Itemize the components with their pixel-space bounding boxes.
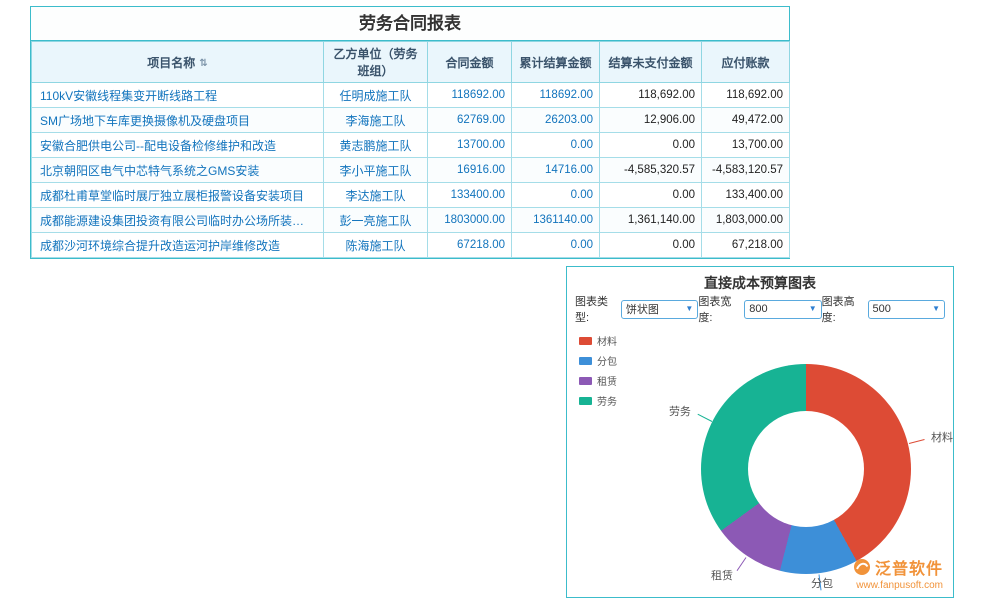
settled-amount-cell: 26203.00 [512,108,600,133]
unpaid-amount-cell: 0.00 [600,133,702,158]
col-header-project-name[interactable]: 项目名称 ⇅ [32,42,324,83]
chart-type-select[interactable]: 饼状图 ▼ [621,300,698,319]
legend-label: 劳务 [597,393,617,408]
chart-legend: 材料分包租赁劳务 [579,333,617,413]
team-name-link[interactable]: 任明成施工队 [324,83,428,108]
chart-controls: 图表类型: 饼状图 ▼ 图表宽度: 800 ▼ 图表高度: 500 ▼ [567,297,953,321]
table-row[interactable]: 安徽合肥供电公司--配电设备检修维护和改造 黄志鹏施工队 13700.00 0.… [32,133,790,158]
watermark: 泛普软件 www.fanpusoft.com [853,555,943,591]
payable-amount-cell: 1,803,000.00 [702,208,790,233]
watermark-url: www.fanpusoft.com [853,580,943,591]
payable-amount-cell: 13,700.00 [702,133,790,158]
donut-wrap: 材料分包租赁劳务 泛普软件 www.fanpusoft.com 材料分包租赁劳务 [567,321,953,597]
label-line [697,414,712,422]
chart-type-value: 饼状图 [626,301,659,317]
table-row[interactable]: SM广场地下车库更换摄像机及硬盘项目 李海施工队 62769.00 26203.… [32,108,790,133]
slice-label: 材料 [931,429,953,445]
unpaid-amount-cell: -4,585,320.57 [600,158,702,183]
chevron-down-icon: ▼ [932,305,940,313]
contract-amount-cell: 62769.00 [428,108,512,133]
chart-height-select[interactable]: 500 ▼ [868,300,945,319]
slice-label: 劳务 [669,403,691,419]
table-row[interactable]: 成都杜甫草堂临时展厅独立展柜报警设备安装项目 李达施工队 133400.00 0… [32,183,790,208]
contract-amount-cell: 1803000.00 [428,208,512,233]
team-name-link[interactable]: 陈海施工队 [324,233,428,258]
legend-swatch [579,397,592,405]
settled-amount-cell: 0.00 [512,133,600,158]
label-line [909,439,925,444]
legend-item[interactable]: 劳务 [579,393,617,408]
settled-amount-cell: 14716.00 [512,158,600,183]
report-table-header: 项目名称 ⇅ 乙方单位（劳务班组） 合同金额 累计结算金额 结算未支付金额 应付账… [32,42,790,83]
project-name-link[interactable]: 成都能源建设集团投资有限公司临时办公场所装修改造工程EPC [32,208,324,233]
project-name-link[interactable]: SM广场地下车库更换摄像机及硬盘项目 [32,108,324,133]
donut-hole [748,411,864,527]
slice-label: 分包 [811,575,833,591]
table-row[interactable]: 北京朝阳区电气中芯特气系统之GMS安装 李小平施工队 16916.00 1471… [32,158,790,183]
legend-item[interactable]: 租赁 [579,373,617,388]
legend-swatch [579,337,592,345]
settled-amount-cell: 1361140.00 [512,208,600,233]
unpaid-amount-cell: 1,361,140.00 [600,208,702,233]
col-header-unpaid-amount[interactable]: 结算未支付金额 [600,42,702,83]
report-table-body: 110kV安徽线程集变开断线路工程 任明成施工队 118692.00 11869… [32,83,790,258]
watermark-brand: 泛普软件 [875,555,943,579]
team-name-link[interactable]: 李海施工队 [324,108,428,133]
chart-height-value: 500 [873,303,891,315]
contract-amount-cell: 16916.00 [428,158,512,183]
chevron-down-icon: ▼ [809,305,817,313]
contract-amount-cell: 133400.00 [428,183,512,208]
team-name-link[interactable]: 彭一亮施工队 [324,208,428,233]
unpaid-amount-cell: 12,906.00 [600,108,702,133]
settled-amount-cell: 0.00 [512,183,600,208]
sort-icon[interactable]: ⇅ [199,58,207,69]
contract-amount-cell: 118692.00 [428,83,512,108]
payable-amount-cell: -4,583,120.57 [702,158,790,183]
fanpu-logo-icon [853,558,871,576]
legend-label: 材料 [597,333,617,348]
legend-swatch [579,377,592,385]
contract-amount-cell: 67218.00 [428,233,512,258]
unpaid-amount-cell: 0.00 [600,233,702,258]
project-name-link[interactable]: 北京朝阳区电气中芯特气系统之GMS安装 [32,158,324,183]
team-name-link[interactable]: 李达施工队 [324,183,428,208]
payable-amount-cell: 133,400.00 [702,183,790,208]
table-row[interactable]: 110kV安徽线程集变开断线路工程 任明成施工队 118692.00 11869… [32,83,790,108]
contract-amount-cell: 13700.00 [428,133,512,158]
table-row[interactable]: 成都沙河环境综合提升改造运河护岸维修改造 陈海施工队 67218.00 0.00… [32,233,790,258]
col-header-team[interactable]: 乙方单位（劳务班组） [324,42,428,83]
unpaid-amount-cell: 118,692.00 [600,83,702,108]
report-title: 劳务合同报表 [31,7,789,41]
legend-item[interactable]: 材料 [579,333,617,348]
team-name-link[interactable]: 李小平施工队 [324,158,428,183]
project-name-link[interactable]: 成都杜甫草堂临时展厅独立展柜报警设备安装项目 [32,183,324,208]
legend-swatch [579,357,592,365]
labor-contract-report-panel: 劳务合同报表 项目名称 ⇅ 乙方单位（劳务班组） 合同金额 累计结算金额 结算未支… [30,6,790,259]
chevron-down-icon: ▼ [685,305,693,313]
settled-amount-cell: 118692.00 [512,83,600,108]
legend-item[interactable]: 分包 [579,353,617,368]
project-name-link[interactable]: 安徽合肥供电公司--配电设备检修维护和改造 [32,133,324,158]
legend-label: 分包 [597,353,617,368]
unpaid-amount-cell: 0.00 [600,183,702,208]
payable-amount-cell: 118,692.00 [702,83,790,108]
chart-width-value: 800 [749,303,767,315]
legend-label: 租赁 [597,373,617,388]
direct-cost-budget-chart-panel: 直接成本预算图表 图表类型: 饼状图 ▼ 图表宽度: 800 ▼ 图表高度: 5… [566,266,954,598]
table-row[interactable]: 成都能源建设集团投资有限公司临时办公场所装修改造工程EPC 彭一亮施工队 180… [32,208,790,233]
col-header-contract-amount[interactable]: 合同金额 [428,42,512,83]
col-header-settled-amount[interactable]: 累计结算金额 [512,42,600,83]
payable-amount-cell: 49,472.00 [702,108,790,133]
chart-width-select[interactable]: 800 ▼ [744,300,821,319]
project-name-link[interactable]: 110kV安徽线程集变开断线路工程 [32,83,324,108]
team-name-link[interactable]: 黄志鹏施工队 [324,133,428,158]
payable-amount-cell: 67,218.00 [702,233,790,258]
col-header-project-name-label: 项目名称 [147,56,195,70]
settled-amount-cell: 0.00 [512,233,600,258]
col-header-payable-amount[interactable]: 应付账款 [702,42,790,83]
project-name-link[interactable]: 成都沙河环境综合提升改造运河护岸维修改造 [32,233,324,258]
label-line [737,557,747,571]
slice-label: 租赁 [711,567,733,583]
report-table: 项目名称 ⇅ 乙方单位（劳务班组） 合同金额 累计结算金额 结算未支付金额 应付账… [31,41,790,258]
